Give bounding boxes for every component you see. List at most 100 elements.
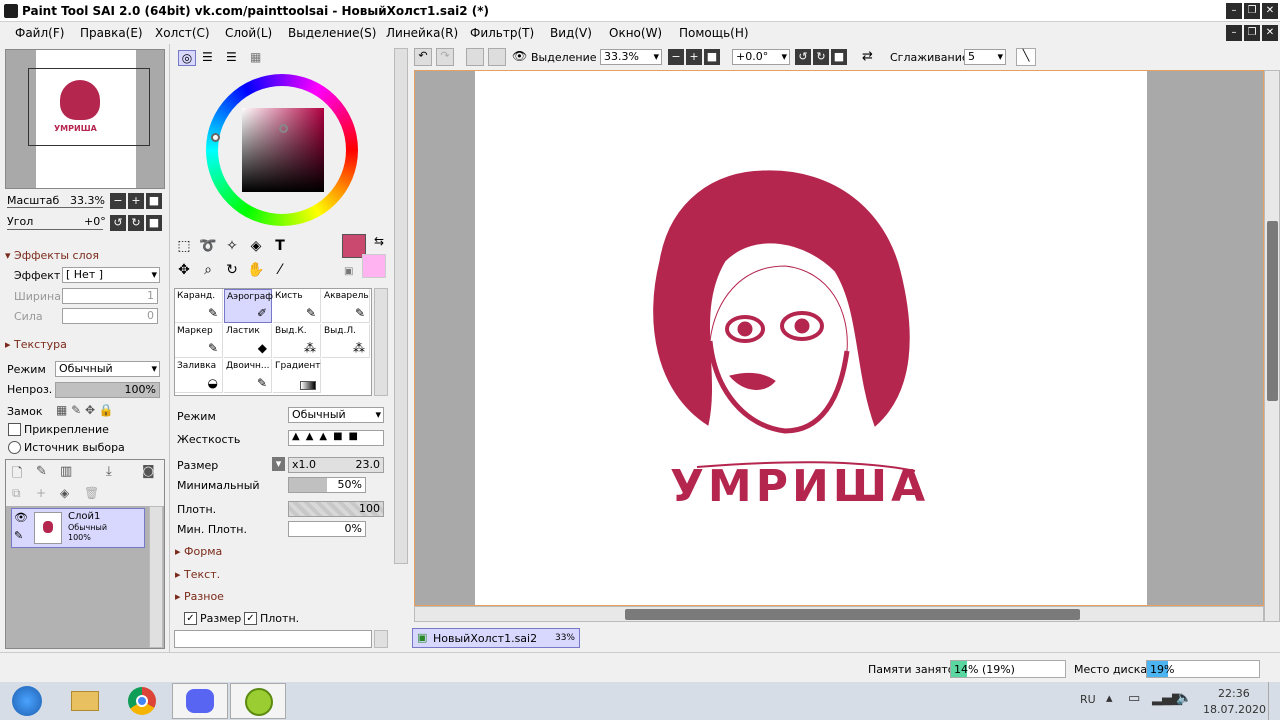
merge-icon[interactable]: ⤓: [106, 464, 112, 479]
zoom-tool-icon[interactable]: ⌕: [198, 260, 218, 280]
misc-section-header[interactable]: ▸ Разное: [175, 590, 224, 603]
magic-wand-icon[interactable]: ✧: [222, 236, 242, 256]
canvas-zoom-reset-button[interactable]: ■: [704, 49, 720, 65]
taskbar-sai[interactable]: [230, 683, 286, 719]
hsv-tab-icon[interactable]: ☰: [226, 50, 237, 64]
line-tool-icon[interactable]: ╲: [1016, 48, 1036, 66]
add-icon[interactable]: +: [36, 486, 46, 500]
canvas-zoom-in-button[interactable]: +: [686, 49, 702, 65]
min-density-slider[interactable]: 0%: [288, 521, 366, 537]
density-pressure-checkbox[interactable]: ✓: [244, 612, 257, 625]
document-tab[interactable]: ▣ НовыйХолст1.sai2 33%: [412, 628, 580, 648]
rotate-left-button[interactable]: ↺: [110, 215, 126, 231]
flip-horizontal-icon[interactable]: ⇄: [862, 49, 873, 64]
menu-ruler[interactable]: Линейка(R): [386, 26, 458, 40]
color-picker-handle[interactable]: [279, 124, 288, 133]
smoothing-select[interactable]: 5 ▾: [964, 49, 1006, 65]
lock-icons[interactable]: ▦ ✎ ✥ 🔒: [56, 403, 114, 417]
brush-airbrush[interactable]: Аэрограф ✐: [224, 289, 273, 323]
canvas-rotate-right-button[interactable]: ↻: [813, 49, 829, 65]
doc-restore-button[interactable]: ❐: [1244, 25, 1260, 41]
mask-icon[interactable]: ▥: [60, 464, 72, 479]
texture-section-header[interactable]: ▸ Текст.: [175, 568, 220, 581]
menu-canvas[interactable]: Холст(C): [155, 26, 210, 40]
new-layer-icon[interactable]: 🗋: [12, 464, 22, 486]
angle-select[interactable]: +0.0° ▾: [732, 49, 790, 65]
clear-icon[interactable]: ◙: [142, 464, 155, 479]
hand-tool-icon[interactable]: ✋: [246, 260, 266, 280]
brush-binary[interactable]: Двоичн... ✎: [224, 359, 272, 393]
taskbar-chrome[interactable]: [114, 683, 170, 719]
artboard[interactable]: УМРИША: [475, 71, 1147, 605]
canvas-viewport[interactable]: УМРИША: [414, 70, 1264, 606]
hue-handle[interactable]: [211, 133, 220, 142]
selection-label[interactable]: Выделение: [531, 51, 597, 64]
layer-scrollbar[interactable]: [149, 506, 163, 648]
color-wheel-tab-icon[interactable]: ◎: [178, 50, 196, 66]
navigator-preview[interactable]: УМРИША: [5, 49, 165, 189]
rotate-tool-icon[interactable]: ↻: [222, 260, 242, 280]
size-slider[interactable]: x1.0 23.0: [288, 457, 384, 473]
rotate-reset-button[interactable]: ■: [146, 215, 162, 231]
brush-tip-list[interactable]: [174, 630, 372, 648]
invert-selection-icon[interactable]: [488, 48, 506, 66]
tray-device-icon[interactable]: ▭: [1128, 691, 1140, 706]
show-desktop-button[interactable]: [1268, 682, 1280, 720]
layer-row[interactable]: 👁 ✎ Слой1 Обычный 100%: [11, 508, 145, 548]
effect-select[interactable]: [ Нет ] ▾: [62, 267, 160, 283]
pin-checkbox[interactable]: [8, 423, 21, 436]
brush-gradient[interactable]: Градиент: [273, 359, 321, 393]
brush-select-eraser[interactable]: Выд.Л. ⁂: [322, 324, 370, 358]
zoom-select[interactable]: 33.3% ▾: [600, 49, 662, 65]
menu-help[interactable]: Помощь(H): [679, 26, 749, 40]
layer-mode-select[interactable]: Обычный ▾: [55, 361, 160, 377]
source-radio[interactable]: [8, 441, 21, 454]
doc-minimize-button[interactable]: –: [1226, 25, 1242, 41]
menu-selection[interactable]: Выделение(S): [288, 26, 376, 40]
trash-icon[interactable]: 🗑: [84, 486, 99, 500]
zoom-slider[interactable]: [7, 207, 103, 208]
shape-section-header[interactable]: ▸ Форма: [175, 545, 222, 558]
angle-slider[interactable]: [7, 229, 103, 230]
move-tool-icon[interactable]: ✥: [174, 260, 194, 280]
marquee-tool-icon[interactable]: ⬚: [174, 236, 194, 256]
eraser-layer-icon[interactable]: ◈: [60, 486, 69, 500]
canvas-horizontal-scrollbar[interactable]: [414, 606, 1264, 622]
menu-view[interactable]: Вид(V): [550, 26, 592, 40]
start-button[interactable]: [0, 683, 56, 719]
brush-marker[interactable]: Маркер ✎: [175, 324, 223, 358]
canvas-zoom-out-button[interactable]: −: [668, 49, 684, 65]
panel-splitter-scrollbar[interactable]: [394, 48, 408, 564]
opacity-slider[interactable]: 100%: [55, 382, 160, 398]
language-indicator[interactable]: RU: [1080, 693, 1096, 706]
menu-file[interactable]: Файл(F): [15, 26, 64, 40]
deselect-icon[interactable]: [466, 48, 484, 66]
canvas-rotate-reset-button[interactable]: ■: [831, 49, 847, 65]
rotate-right-button[interactable]: ↻: [128, 215, 144, 231]
close-button[interactable]: ✕: [1262, 3, 1278, 19]
menu-layer[interactable]: Слой(L): [225, 26, 272, 40]
taskbar-discord[interactable]: [172, 683, 228, 719]
menu-window[interactable]: Окно(W): [609, 26, 662, 40]
brush-watercolor[interactable]: Акварель ✎: [322, 289, 370, 323]
texture-header[interactable]: ▸ Текстура: [5, 338, 67, 351]
undo-icon[interactable]: ↶: [414, 48, 432, 66]
doc-close-button[interactable]: ✕: [1262, 25, 1278, 41]
zoom-out-button[interactable]: −: [110, 193, 126, 209]
shapes-tool-icon[interactable]: ◈: [246, 236, 266, 256]
eyedropper-icon[interactable]: ⁄: [270, 260, 290, 280]
taskbar-explorer[interactable]: [57, 683, 113, 719]
min-size-slider[interactable]: 50%: [288, 477, 366, 493]
restore-button[interactable]: ❐: [1244, 3, 1260, 19]
tray-expand-icon[interactable]: ▴: [1106, 691, 1113, 706]
brush-brush[interactable]: Кисть ✎: [273, 289, 321, 323]
brush-eraser[interactable]: Ластик ◆: [224, 324, 272, 358]
color-square[interactable]: [242, 108, 324, 192]
tip-scrollbar[interactable]: [374, 630, 388, 648]
horizontal-scroll-thumb[interactable]: [625, 609, 1080, 620]
width-field[interactable]: 1: [62, 288, 158, 304]
redo-icon[interactable]: ↷: [436, 48, 454, 66]
canvas-vertical-scrollbar[interactable]: [1264, 70, 1280, 622]
transparent-color-icon[interactable]: ▣: [344, 266, 353, 277]
hardness-selector[interactable]: ▲▲▲■■: [288, 430, 384, 446]
